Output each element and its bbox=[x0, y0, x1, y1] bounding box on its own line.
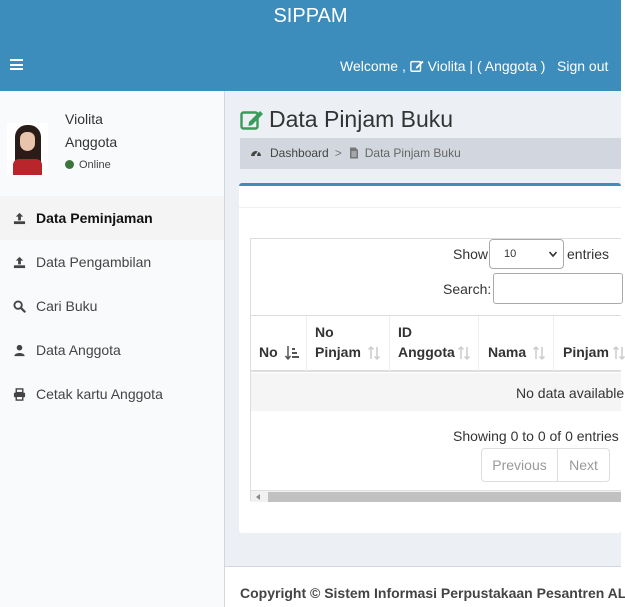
sidebar-item-data-anggota[interactable]: Data Anggota bbox=[0, 328, 224, 372]
upload-icon bbox=[13, 212, 36, 225]
search-icon bbox=[13, 299, 36, 313]
menu-toggle-icon[interactable] bbox=[10, 59, 23, 70]
sort-icon bbox=[532, 345, 546, 361]
sort-icon bbox=[612, 345, 625, 361]
table-info: Showing 0 to 0 of 0 entries bbox=[453, 428, 619, 444]
chevron-down-icon bbox=[549, 251, 557, 258]
entries-select[interactable]: 10 bbox=[489, 239, 564, 269]
welcome-user: Violita | ( Anggota ) bbox=[427, 58, 546, 74]
user-role: Anggota bbox=[65, 134, 118, 150]
previous-button[interactable]: Previous bbox=[481, 448, 558, 482]
sidebar-item-label: Data Anggota bbox=[36, 342, 121, 358]
column-header-no-pinjam[interactable]: No Pinjam bbox=[307, 316, 390, 371]
sidebar-menu: Data Peminjaman Data Pengambilan Cari Bu… bbox=[0, 196, 224, 416]
welcome-prefix: Welcome , bbox=[340, 58, 406, 74]
entries-select-value: 10 bbox=[504, 248, 517, 260]
pagination: Previous Next bbox=[481, 448, 610, 482]
avatar bbox=[7, 123, 48, 175]
footer-copyright: Copyright © Sistem Informasi Perpustakaa… bbox=[240, 585, 625, 601]
page-title: Data Pinjam Buku bbox=[240, 106, 453, 133]
scrollbar-thumb[interactable] bbox=[268, 492, 621, 502]
sidebar-item-data-peminjaman[interactable]: Data Peminjaman bbox=[0, 196, 224, 240]
box-header-divider bbox=[239, 207, 621, 208]
upload-icon bbox=[13, 256, 36, 269]
sidebar-item-label: Data Pengambilan bbox=[36, 254, 152, 270]
length-label: Show bbox=[453, 246, 489, 262]
top-navbar: SIPPAM Welcome , Violita | ( Anggota ) S… bbox=[0, 0, 621, 91]
breadcrumb: Dashboard > Data Pinjam Buku bbox=[240, 138, 621, 169]
sidebar-item-label: Cari Buku bbox=[36, 298, 98, 314]
sidebar-item-label: Cetak kartu Anggota bbox=[36, 386, 163, 402]
column-header-nama[interactable]: Nama bbox=[479, 316, 554, 371]
column-header-label: No bbox=[259, 344, 278, 360]
column-header-label: ID Anggota bbox=[398, 324, 455, 360]
column-header-id-anggota[interactable]: ID Anggota bbox=[390, 316, 479, 371]
column-header-label: Nama bbox=[488, 344, 527, 360]
user-name: Violita bbox=[65, 111, 103, 127]
user-status-label: Online bbox=[79, 159, 111, 171]
sidebar-item-data-pengambilan[interactable]: Data Pengambilan bbox=[0, 240, 224, 284]
breadcrumb-current: Data Pinjam Buku bbox=[364, 146, 461, 160]
sidebar-item-cetak-kartu[interactable]: Cetak kartu Anggota bbox=[0, 372, 224, 416]
empty-table-message: No data available bbox=[516, 385, 625, 401]
column-header-pinjam[interactable]: Pinjam bbox=[554, 316, 625, 371]
online-dot-icon bbox=[65, 160, 74, 169]
breadcrumb-home-link[interactable]: Dashboard bbox=[270, 146, 329, 160]
entries-label: entries bbox=[567, 246, 610, 262]
user-icon bbox=[13, 344, 36, 357]
edit-icon bbox=[409, 60, 424, 72]
sort-icon bbox=[457, 345, 471, 361]
print-icon bbox=[13, 387, 36, 401]
column-header-label: Pinjam bbox=[563, 344, 609, 360]
breadcrumb-separator: > bbox=[334, 146, 342, 160]
table-header: No No Pinjam ID Anggota Nama Pinjam bbox=[251, 315, 625, 372]
search-label: Search: bbox=[443, 281, 492, 297]
dashboard-icon bbox=[251, 150, 261, 157]
sidebar-item-label: Data Peminjaman bbox=[36, 210, 153, 226]
user-status: Online bbox=[65, 159, 111, 171]
sort-ascending-icon bbox=[285, 346, 299, 361]
column-header-label: No Pinjam bbox=[315, 324, 361, 360]
next-button[interactable]: Next bbox=[558, 448, 610, 482]
search-input[interactable] bbox=[493, 273, 623, 304]
page-title-text: Data Pinjam Buku bbox=[269, 106, 454, 132]
edit-icon bbox=[240, 111, 263, 130]
app-brand[interactable]: SIPPAM bbox=[0, 0, 621, 34]
column-header-no[interactable]: No bbox=[251, 316, 307, 371]
file-icon bbox=[349, 147, 358, 159]
sidebar-item-cari-buku[interactable]: Cari Buku bbox=[0, 284, 224, 328]
welcome-text[interactable]: Welcome , Violita | ( Anggota ) bbox=[340, 57, 545, 75]
horizontal-scrollbar[interactable] bbox=[251, 490, 621, 502]
sort-icon bbox=[367, 345, 381, 361]
signout-link[interactable]: Sign out bbox=[557, 57, 608, 75]
scroll-left-icon[interactable] bbox=[256, 494, 260, 500]
